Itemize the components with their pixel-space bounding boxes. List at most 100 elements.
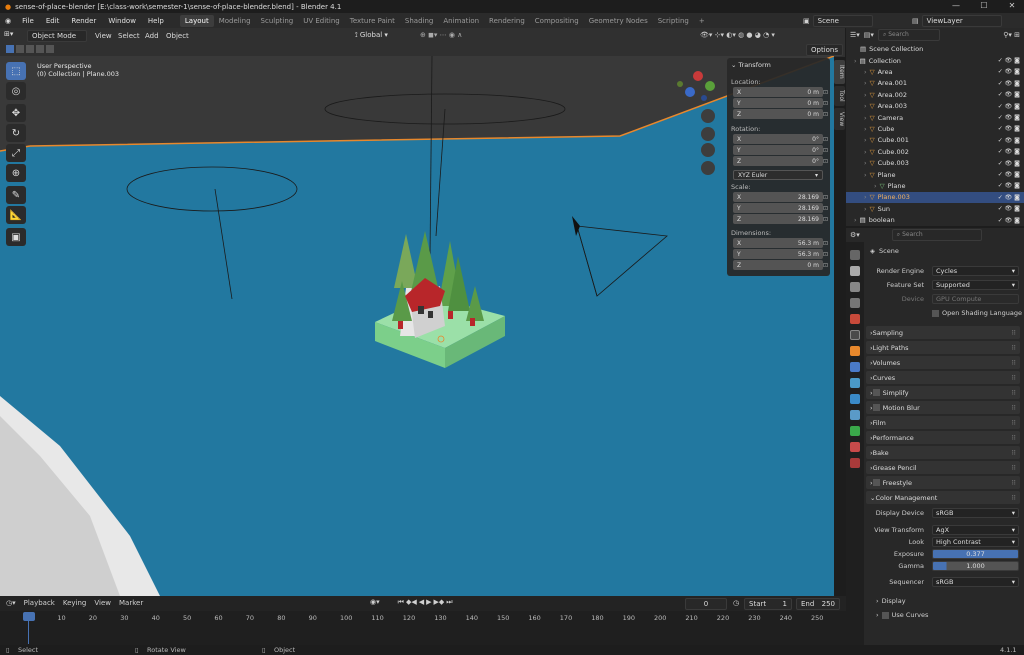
- visibility-toggle-icons[interactable]: ✓ 👁 ◙: [998, 137, 1020, 144]
- outliner-row[interactable]: › ▽ Cube.001 ✓ 👁 ◙: [846, 135, 1024, 146]
- transform-orientation[interactable]: ⟟ Global ▾: [355, 31, 388, 40]
- drag-handle-icon[interactable]: ⠿: [1011, 374, 1016, 382]
- jump-start-icon[interactable]: ⏮: [398, 598, 404, 607]
- render-engine-dropdown[interactable]: Cycles ▾: [932, 266, 1019, 276]
- maximize-button[interactable]: ☐: [972, 1, 996, 12]
- constraints-tab-icon[interactable]: [850, 410, 860, 420]
- lock-icon[interactable]: ⊡: [823, 251, 828, 258]
- texture-tab-icon[interactable]: [850, 458, 860, 468]
- scene-name[interactable]: Scene: [812, 15, 873, 27]
- select-subtract-icon[interactable]: [26, 45, 34, 53]
- workspace-tab-rendering[interactable]: Rendering: [484, 15, 530, 27]
- outliner-row[interactable]: › ▽ Area.002 ✓ 👁 ◙: [846, 89, 1024, 100]
- drag-handle-icon[interactable]: ⠿: [1011, 449, 1016, 457]
- properties-editor-icon[interactable]: ⚙▾: [850, 231, 860, 239]
- lock-icon[interactable]: ⊡: [823, 147, 828, 154]
- transform-tool[interactable]: ⊕: [6, 164, 26, 182]
- select-box-tool[interactable]: ⬚: [6, 62, 26, 80]
- lock-icon[interactable]: ⊡: [823, 262, 828, 269]
- start-frame-field[interactable]: Start 1: [744, 598, 792, 610]
- drag-handle-icon[interactable]: ⠿: [1011, 479, 1016, 487]
- minimize-button[interactable]: —: [944, 1, 968, 12]
- 3d-viewport[interactable]: User Perspective (0) Collection | Plane.…: [0, 56, 834, 596]
- rotation-y-field[interactable]: Y 0°: [733, 145, 823, 155]
- dimensions-y-field[interactable]: Y 56.3 m: [733, 249, 823, 259]
- scale-x-field[interactable]: X 28.169: [733, 192, 823, 202]
- drag-handle-icon[interactable]: ⠿: [1011, 359, 1016, 367]
- drag-handle-icon[interactable]: ⠿: [1011, 329, 1016, 337]
- viewlayer-selector[interactable]: ▤ ViewLayer: [912, 15, 1002, 27]
- workspace-tab-compositing[interactable]: Compositing: [530, 15, 584, 27]
- scene-collection-row[interactable]: ▤ Scene Collection: [846, 43, 1024, 54]
- record-icon[interactable]: ◉▾: [370, 598, 380, 607]
- lock-icon[interactable]: ⊡: [823, 240, 828, 247]
- panel-color-management[interactable]: ⌄ Color Management ⠿: [866, 491, 1020, 504]
- location-y-field[interactable]: Y 0 m: [733, 98, 823, 108]
- visibility-toggle-icons[interactable]: ✓ 👁 ◙: [998, 125, 1020, 132]
- drag-handle-icon[interactable]: ⠿: [1011, 389, 1016, 397]
- annotate-tool[interactable]: ✎: [6, 186, 26, 204]
- checkbox-icon[interactable]: [872, 404, 880, 411]
- use-curves-subpanel[interactable]: › Use Curves: [876, 609, 1024, 621]
- visibility-toggle-icons[interactable]: ✓ 👁 ◙: [998, 91, 1020, 98]
- drag-handle-icon[interactable]: ⠿: [1011, 434, 1016, 442]
- rotation-z-field[interactable]: Z 0°: [733, 156, 823, 166]
- transform-header[interactable]: ⌄ Transform: [731, 61, 771, 69]
- expand-chevron-icon[interactable]: ›: [864, 68, 867, 76]
- drag-handle-icon[interactable]: ⠿: [1011, 464, 1016, 472]
- panel-light-paths[interactable]: › Light Paths ⠿: [866, 341, 1020, 354]
- expand-chevron-icon[interactable]: ›: [874, 182, 877, 190]
- panel-sampling[interactable]: › Sampling ⠿: [866, 326, 1020, 339]
- menu-file[interactable]: File: [16, 17, 40, 25]
- gamma-slider[interactable]: 1.000: [932, 561, 1019, 571]
- expand-chevron-icon[interactable]: ›: [864, 136, 867, 144]
- selection-mode-buttons[interactable]: [6, 45, 54, 53]
- location-x-field[interactable]: X 0 m: [733, 87, 823, 97]
- lock-icon[interactable]: ⊡: [823, 100, 828, 107]
- rotation-x-field[interactable]: X 0°: [733, 134, 823, 144]
- outliner-row[interactable]: › ▽ Area.001 ✓ 👁 ◙: [846, 78, 1024, 89]
- lock-icon[interactable]: ⊡: [823, 158, 828, 165]
- select-new-icon[interactable]: [6, 45, 14, 53]
- mode-dropdown[interactable]: Object Mode: [27, 30, 87, 42]
- outliner-row[interactable]: › ▤ Collection ✓ 👁 ◙: [846, 55, 1024, 66]
- location-z-field[interactable]: Z 0 m: [733, 109, 823, 119]
- rotate-tool[interactable]: ↻: [6, 124, 26, 142]
- look-dropdown[interactable]: High Contrast ▾: [932, 537, 1019, 547]
- visibility-toggle-icons[interactable]: ✓ 👁 ◙: [998, 171, 1020, 178]
- expand-chevron-icon[interactable]: ›: [864, 171, 867, 179]
- expand-chevron-icon[interactable]: ›: [854, 57, 857, 65]
- outliner-row[interactable]: › ▤ boolean ✓ 👁 ◙: [846, 215, 1024, 226]
- visibility-toggle-icons[interactable]: ✓ 👁 ◙: [998, 80, 1020, 87]
- outliner-row[interactable]: › ▽ Plane ✓ 👁 ◙: [846, 169, 1024, 180]
- outliner-row[interactable]: › ▽ Cube.002 ✓ 👁 ◙: [846, 146, 1024, 157]
- playback-menu[interactable]: Playback: [24, 599, 55, 607]
- move-tool[interactable]: ✥: [6, 104, 26, 122]
- outliner-row[interactable]: › ▽ Plane.003 ✓ 👁 ◙: [846, 191, 1024, 203]
- preview-range-icon[interactable]: ◷: [733, 599, 739, 607]
- sequencer-dropdown[interactable]: sRGB ▾: [932, 577, 1019, 587]
- workspace-tab-geometry-nodes[interactable]: Geometry Nodes: [584, 15, 653, 27]
- add-cube-tool[interactable]: ▣: [6, 228, 26, 246]
- visibility-icons[interactable]: 👁▾ ⊹▾ ◐▾ ◍ ● ◕ ◔ ▾: [700, 31, 775, 39]
- cursor-tool[interactable]: ◎: [6, 82, 26, 100]
- workspace-tab-[interactable]: +: [694, 15, 710, 27]
- play-icon[interactable]: ▶: [426, 598, 431, 607]
- expand-chevron-icon[interactable]: ›: [864, 205, 867, 213]
- expand-chevron-icon[interactable]: ›: [864, 79, 867, 87]
- checkbox-icon[interactable]: [872, 389, 880, 396]
- outliner-row[interactable]: › ▽ Cube ✓ 👁 ◙: [846, 123, 1024, 134]
- viewlayer-name[interactable]: ViewLayer: [921, 15, 1002, 27]
- scene-selector[interactable]: ▣ Scene: [803, 15, 873, 27]
- drag-handle-icon[interactable]: ⠿: [1011, 344, 1016, 352]
- outliner-row[interactable]: › ▽ Area.003 ✓ 👁 ◙: [846, 101, 1024, 112]
- editor-type-icon[interactable]: ⊞▾: [4, 30, 13, 38]
- panel-bake[interactable]: › Bake ⠿: [866, 446, 1020, 459]
- view-transform-dropdown[interactable]: AgX ▾: [932, 525, 1019, 535]
- panel-motion-blur[interactable]: › Motion Blur ⠿: [866, 401, 1020, 414]
- lock-icon[interactable]: ⊡: [823, 194, 828, 201]
- checkbox-icon[interactable]: [872, 479, 880, 486]
- visibility-toggle-icons[interactable]: ✓ 👁 ◙: [998, 68, 1020, 75]
- workspace-tab-uv-editing[interactable]: UV Editing: [298, 15, 345, 27]
- drag-handle-icon[interactable]: ⠿: [1011, 494, 1016, 502]
